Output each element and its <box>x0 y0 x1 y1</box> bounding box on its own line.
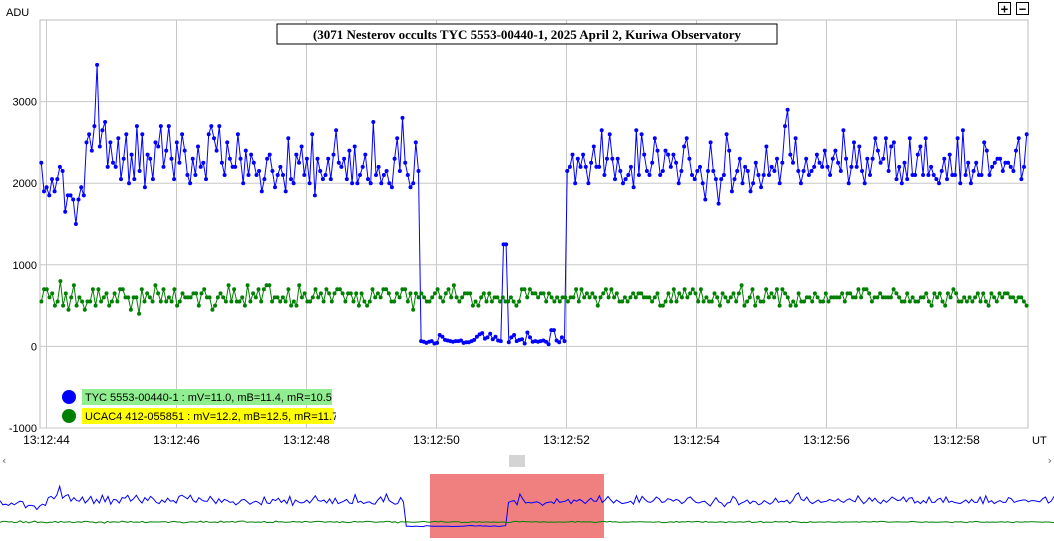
overview-navigator[interactable] <box>0 470 1054 540</box>
x-tick-label: 13:12:44 <box>23 433 70 447</box>
x-tick-label: 13:12:48 <box>283 433 330 447</box>
zoom-in-button[interactable]: + <box>998 2 1011 15</box>
scrollbar-thumb[interactable] <box>509 455 525 467</box>
overview-selection <box>430 474 604 538</box>
x-tick-label: 13:12:52 <box>543 433 590 447</box>
horizontal-scrollbar[interactable]: ‹ › <box>0 454 1054 468</box>
x-tick-label: 13:12:56 <box>803 433 850 447</box>
x-tick-label: 13:12:50 <box>413 433 460 447</box>
legend-marker <box>62 409 76 423</box>
x-axis-label: UT <box>1032 435 1047 447</box>
scroll-left-arrow[interactable]: ‹ <box>2 454 6 467</box>
chart-title: (3071 Nesterov occults TYC 5553-00440-1,… <box>313 27 742 42</box>
y-tick-label: 3000 <box>13 97 37 109</box>
legend-edge <box>336 389 342 421</box>
zoom-out-button[interactable]: − <box>1016 2 1029 15</box>
x-tick-label: 13:12:58 <box>933 433 980 447</box>
scroll-right-arrow[interactable]: › <box>1048 454 1052 467</box>
y-tick-label: 2000 <box>13 178 37 190</box>
y-tick-label: 0 <box>31 341 37 353</box>
light-curve-chart: -1000010002000300013:12:44 13:12:46 13:12:… <box>6 7 1047 447</box>
y-tick-label: 1000 <box>13 260 37 272</box>
legend-marker <box>62 390 76 404</box>
x-tick-label: 13:12:54 <box>673 433 720 447</box>
legend-label: UCAC4 412-055851 : mV=12.2, mB=12.5, mR=… <box>85 411 338 423</box>
legend-label: TYC 5553-00440-1 : mV=11.0, mB=11.4, mR=… <box>85 392 332 404</box>
plot-area <box>39 19 1029 429</box>
legend-spacer <box>58 364 76 382</box>
x-tick-label: 13:12:46 <box>153 433 200 447</box>
y-axis-label: ADU <box>6 7 29 19</box>
